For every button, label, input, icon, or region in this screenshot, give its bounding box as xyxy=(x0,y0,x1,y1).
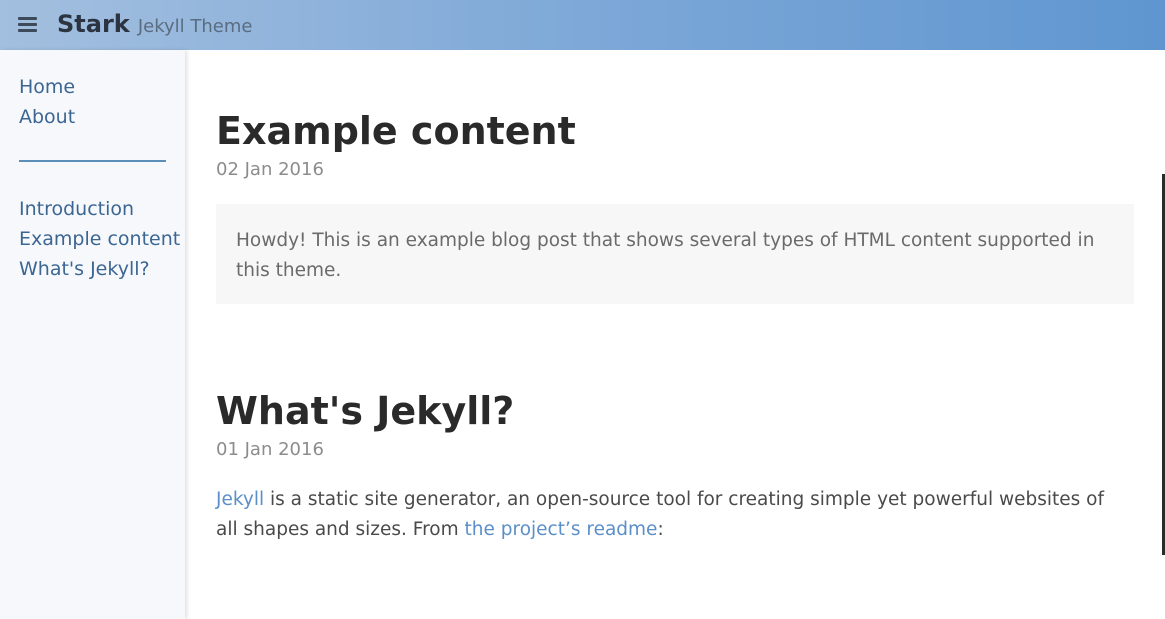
post-title[interactable]: Example content xyxy=(216,107,576,155)
sidebar-item-example-content[interactable]: Example content xyxy=(19,224,180,254)
sidebar-item-about[interactable]: About xyxy=(19,102,75,132)
sidebar-main-nav: Home About xyxy=(19,72,75,132)
post-body-colon: : xyxy=(657,519,664,540)
post-excerpt: Howdy! This is an example blog post that… xyxy=(216,204,1134,304)
site-brand[interactable]: Stark Jekyll Theme xyxy=(57,10,252,38)
post-title[interactable]: What's Jekyll? xyxy=(216,387,514,435)
top-bar: Stark Jekyll Theme xyxy=(0,0,1165,50)
post-date: 01 Jan 2016 xyxy=(216,439,324,460)
jekyll-link[interactable]: Jekyll xyxy=(216,489,264,510)
sidebar-item-whats-jekyll[interactable]: What's Jekyll? xyxy=(19,254,180,284)
post-body: Jekyll is a static site generator, an op… xyxy=(216,485,1116,545)
sidebar-item-introduction[interactable]: Introduction xyxy=(19,194,180,224)
hamburger-icon[interactable] xyxy=(18,17,37,33)
readme-link[interactable]: the project’s readme xyxy=(465,519,658,540)
sidebar-divider xyxy=(19,160,166,162)
sidebar-posts-nav: Introduction Example content What's Jeky… xyxy=(19,194,180,284)
sidebar-item-home[interactable]: Home xyxy=(19,72,75,102)
sidebar: Home About Introduction Example content … xyxy=(0,50,185,619)
site-title[interactable]: Stark xyxy=(57,10,130,38)
site-subtitle: Jekyll Theme xyxy=(137,16,253,37)
post-date: 02 Jan 2016 xyxy=(216,159,324,180)
